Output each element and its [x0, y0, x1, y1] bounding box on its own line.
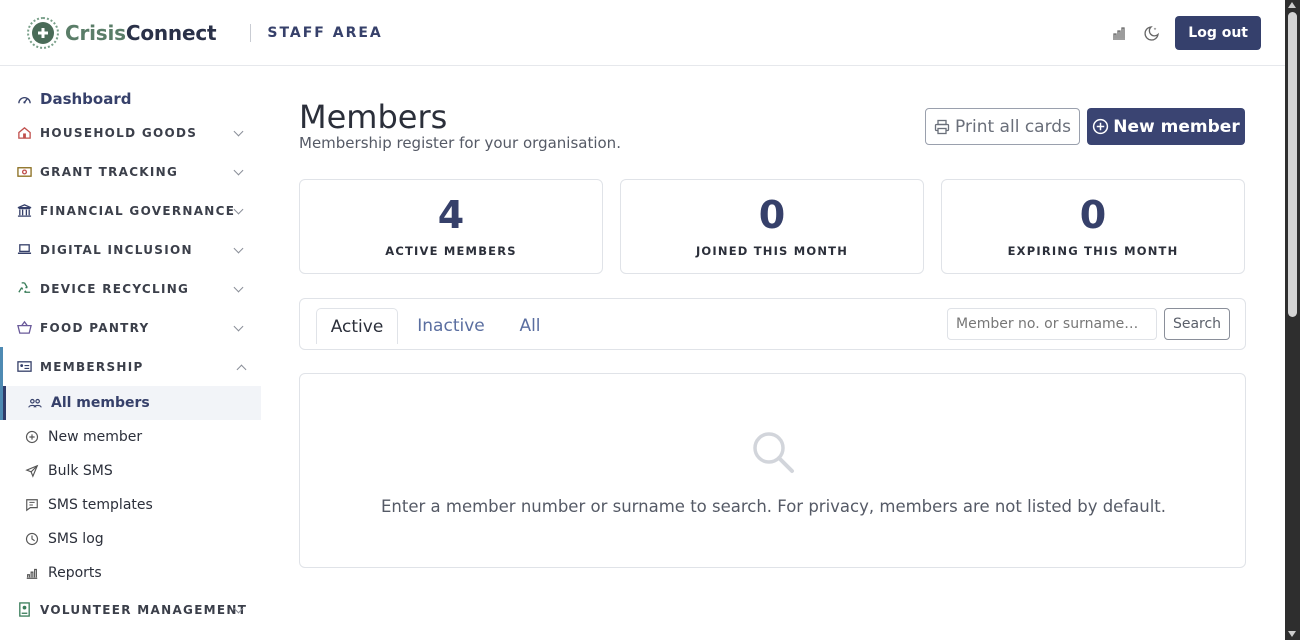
- top-bar: CrisisConnect STAFF AREA Log out: [0, 0, 1285, 66]
- divider: [250, 23, 252, 42]
- scrollbar[interactable]: [1285, 0, 1300, 640]
- brand[interactable]: CrisisConnect: [27, 16, 217, 49]
- membership-submenu: All members: [0, 386, 261, 420]
- send-icon: [25, 464, 39, 478]
- sidebar-section-membership[interactable]: MEMBERSHIP: [0, 347, 260, 386]
- stat-value: 0: [758, 193, 786, 237]
- sidebar-item-label: SMS templates: [48, 497, 153, 513]
- stat-label: ACTIVE MEMBERS: [385, 244, 517, 258]
- sidebar-section-label: VOLUNTEER MANAGEMENT: [40, 602, 248, 617]
- sidebar-section-volunteer-management[interactable]: VOLUNTEER MANAGEMENT: [0, 590, 260, 629]
- brand-name-part1: Crisis: [65, 20, 126, 45]
- stat-value: 4: [437, 193, 465, 237]
- sidebar-item-sms-log[interactable]: SMS log: [0, 522, 260, 556]
- clock-icon: [25, 532, 39, 546]
- empty-state-message: Enter a member number or surname to sear…: [381, 497, 1166, 516]
- stat-label: JOINED THIS MONTH: [695, 244, 849, 258]
- sidebar-section-label: FOOD PANTRY: [40, 320, 150, 335]
- sidebar-section-label: DEVICE RECYCLING: [40, 281, 190, 296]
- area-label: STAFF AREA: [267, 24, 383, 41]
- brand-name-part2: Connect: [125, 20, 217, 45]
- chevron-down-icon: [233, 282, 244, 293]
- scroll-thumb[interactable]: [1288, 12, 1297, 317]
- search-icon: [753, 432, 794, 473]
- stat-card-joined-this-month: 0 JOINED THIS MONTH: [620, 179, 924, 274]
- sidebar-item-bulk-sms[interactable]: Bulk SMS: [0, 454, 260, 488]
- new-member-label: New member: [1113, 116, 1240, 137]
- recycle-icon: [18, 282, 31, 293]
- print-all-cards-button[interactable]: Print all cards: [925, 108, 1080, 145]
- tab-inactive[interactable]: Inactive: [407, 308, 495, 344]
- stat-value: 0: [1079, 193, 1107, 237]
- id-card-icon: [17, 361, 32, 372]
- page-subtitle: Membership register for your organisatio…: [299, 134, 621, 152]
- sidebar-section-label: FINANCIAL GOVERNANCE: [40, 203, 236, 218]
- print-all-cards-label: Print all cards: [955, 116, 1071, 137]
- sidebar-item-label: SMS log: [48, 531, 104, 547]
- chevron-down-icon: [233, 243, 244, 254]
- sidebar-item-label: Reports: [48, 565, 102, 581]
- tab-active[interactable]: Active: [316, 308, 398, 344]
- message-icon: [26, 499, 38, 512]
- bank-icon: [17, 204, 32, 217]
- sidebar-section-label: DIGITAL INCLUSION: [40, 242, 193, 257]
- empty-state: Enter a member number or surname to sear…: [299, 373, 1246, 568]
- sidebar-section-grant-tracking[interactable]: GRANT TRACKING: [0, 152, 260, 191]
- sidebar-section-household-goods[interactable]: HOUSEHOLD GOODS: [0, 113, 260, 152]
- sidebar-section-label: MEMBERSHIP: [40, 359, 144, 374]
- people-icon: [28, 398, 42, 408]
- sidebar-item-new-member[interactable]: New member: [0, 420, 260, 454]
- search-input[interactable]: [947, 308, 1157, 340]
- tab-all[interactable]: All: [505, 308, 555, 344]
- sidebar-section-label: HOUSEHOLD GOODS: [40, 125, 198, 140]
- printer-icon: [934, 119, 950, 134]
- sidebar-item-label: All members: [51, 395, 150, 411]
- moon-icon[interactable]: [1142, 24, 1160, 42]
- bar-chart-icon: [26, 568, 38, 579]
- plus-circle-icon: [25, 430, 39, 444]
- sidebar-item-dashboard[interactable]: Dashboard: [0, 85, 260, 113]
- chevron-down-icon: [233, 126, 244, 137]
- sidebar-item-all-members[interactable]: All members: [3, 386, 261, 420]
- brand-name: CrisisConnect: [65, 20, 217, 45]
- stat-card-active-members: 4 ACTIVE MEMBERS: [299, 179, 603, 274]
- house-icon: [18, 126, 31, 139]
- laptop-icon: [17, 244, 32, 254]
- sidebar-item-label: Bulk SMS: [48, 463, 113, 479]
- chevron-up-icon: [236, 364, 247, 375]
- chevron-down-icon: [233, 321, 244, 332]
- sidebar-section-device-recycling[interactable]: DEVICE RECYCLING: [0, 269, 260, 308]
- page-title: Members: [299, 98, 448, 136]
- sidebar-item-sms-templates[interactable]: SMS templates: [0, 488, 260, 522]
- cash-icon: [17, 167, 32, 177]
- badge-icon: [19, 602, 30, 617]
- sidebar-item-label: New member: [48, 429, 143, 445]
- new-member-button[interactable]: New member: [1087, 108, 1245, 145]
- sidebar-section-food-pantry[interactable]: FOOD PANTRY: [0, 308, 260, 347]
- sidebar-section-digital-inclusion[interactable]: DIGITAL INCLUSION: [0, 230, 260, 269]
- stat-label: EXPIRING THIS MONTH: [1007, 244, 1179, 258]
- sidebar-item-label: Dashboard: [40, 90, 132, 108]
- search-button[interactable]: Search: [1164, 308, 1230, 340]
- stats-row: 4 ACTIVE MEMBERS 0 JOINED THIS MONTH 0 E…: [299, 179, 1246, 274]
- sidebar-section-label: GRANT TRACKING: [40, 164, 179, 179]
- gauge-icon: [18, 96, 31, 103]
- scroll-down-arrow[interactable]: [1288, 631, 1296, 637]
- basket-icon: [17, 320, 32, 334]
- stat-card-expiring-this-month: 0 EXPIRING THIS MONTH: [941, 179, 1245, 274]
- chevron-down-icon: [233, 165, 244, 176]
- scroll-up-arrow[interactable]: [1288, 2, 1296, 8]
- chart-icon[interactable]: [1110, 24, 1128, 42]
- plus-circle-icon: [1093, 118, 1109, 135]
- filter-bar: Active Inactive All Search: [299, 298, 1246, 350]
- logo-icon: [27, 16, 59, 49]
- sidebar: Dashboard HOUSEHOLD GOODS GRANT TRACKING…: [0, 67, 261, 640]
- sidebar-item-reports[interactable]: Reports: [0, 556, 260, 590]
- logout-button[interactable]: Log out: [1175, 16, 1261, 50]
- sidebar-section-financial-governance[interactable]: FINANCIAL GOVERNANCE: [0, 191, 260, 230]
